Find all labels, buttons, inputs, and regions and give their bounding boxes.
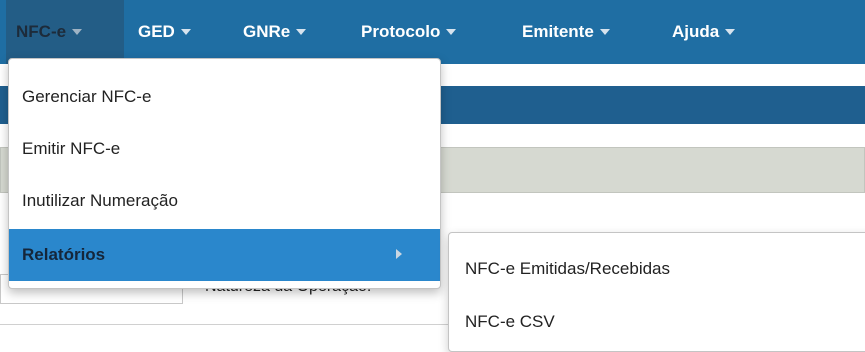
chevron-down-icon xyxy=(72,29,83,35)
submenu-item-emitidas-recebidas[interactable]: NFC-e Emitidas/Recebidas xyxy=(449,243,865,295)
chevron-down-icon xyxy=(599,29,610,35)
nav-emitente-label: Emitente xyxy=(522,22,594,41)
menu-item-label: Emitir NFC-e xyxy=(22,139,121,158)
menu-item-gerenciar[interactable]: Gerenciar NFC-e xyxy=(9,71,440,123)
nav-ged[interactable]: GED xyxy=(128,0,201,64)
nav-gnre-label: GNRe xyxy=(243,22,291,41)
menu-item-label: Inutilizar Numeração xyxy=(22,191,178,210)
menu-item-emitir[interactable]: Emitir NFC-e xyxy=(9,123,440,175)
submenu-item-csv[interactable]: NFC-e CSV xyxy=(449,296,865,348)
chevron-down-icon xyxy=(296,29,307,35)
chevron-down-icon xyxy=(725,29,736,35)
chevron-right-icon xyxy=(396,249,402,259)
submenu-item-label: NFC-e CSV xyxy=(465,312,555,331)
nav-protocolo[interactable]: Protocolo xyxy=(351,0,466,64)
divider xyxy=(0,324,448,325)
menu-item-relatorios[interactable]: Relatórios xyxy=(9,229,440,281)
top-navbar: NFC-e GED GNRe Protocolo Emitente Ajuda xyxy=(0,0,865,64)
nav-emitente[interactable]: Emitente xyxy=(512,0,620,64)
nav-nfce[interactable]: NFC-e xyxy=(6,0,124,64)
relatorios-submenu: NFC-e Emitidas/Recebidas NFC-e CSV xyxy=(448,232,865,352)
nav-gnre[interactable]: GNRe xyxy=(233,0,316,64)
menu-item-inutilizar[interactable]: Inutilizar Numeração xyxy=(9,175,440,227)
menu-item-label: Relatórios xyxy=(22,245,106,264)
nav-nfce-label: NFC-e xyxy=(16,22,67,41)
nfce-dropdown-menu: Gerenciar NFC-e Emitir NFC-e Inutilizar … xyxy=(8,58,441,289)
chevron-down-icon xyxy=(180,29,191,35)
submenu-item-label: NFC-e Emitidas/Recebidas xyxy=(465,259,671,278)
menu-item-label: Gerenciar NFC-e xyxy=(22,87,152,106)
nav-ajuda[interactable]: Ajuda xyxy=(662,0,745,64)
chevron-down-icon xyxy=(446,29,457,35)
nav-ged-label: GED xyxy=(138,22,175,41)
nav-ajuda-label: Ajuda xyxy=(672,22,720,41)
nav-protocolo-label: Protocolo xyxy=(361,22,441,41)
